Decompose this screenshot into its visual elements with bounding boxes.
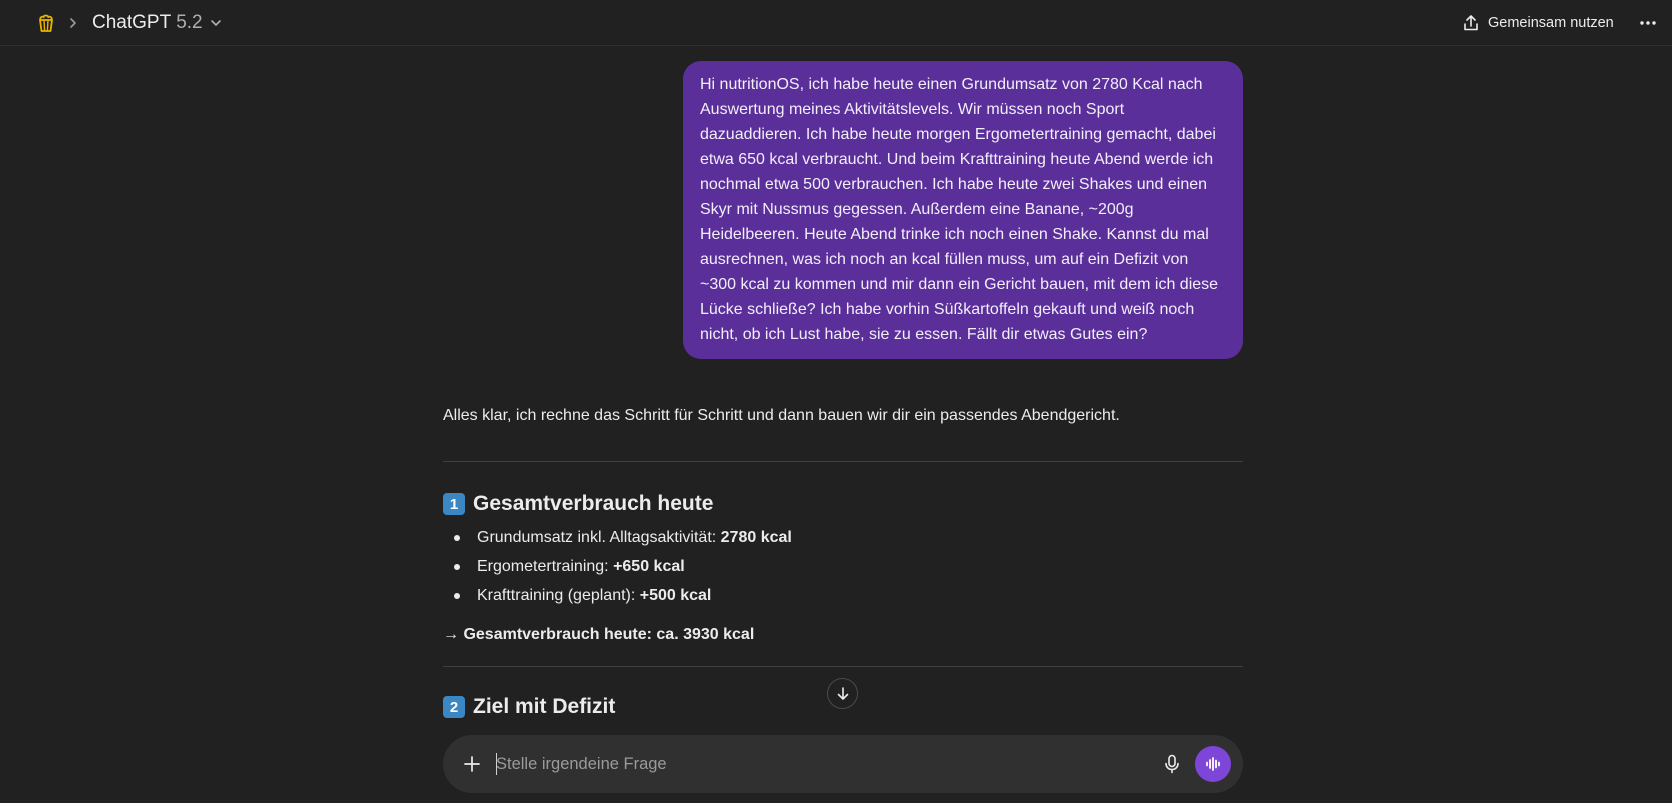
- section-title: Gesamtverbrauch heute: [473, 492, 714, 515]
- keycap-number-badge: 1: [443, 493, 465, 515]
- arrow-down-icon: [837, 686, 848, 700]
- dictate-button[interactable]: [1159, 751, 1185, 777]
- more-horizontal-icon: [1640, 21, 1656, 25]
- prompt-input[interactable]: [496, 749, 1096, 779]
- breadcrumb-chevron-icon: [66, 13, 80, 33]
- more-options-button[interactable]: [1636, 13, 1660, 33]
- list-item: Grundumsatz inkl. Alltagsaktivität: 2780…: [443, 523, 792, 552]
- popcorn-icon[interactable]: [36, 13, 56, 33]
- microphone-icon: [1165, 754, 1179, 774]
- section-heading-1: 1 Gesamtverbrauch heute: [443, 492, 713, 516]
- divider: [443, 461, 1243, 462]
- share-label: Gemeinsam nutzen: [1488, 15, 1614, 31]
- share-button[interactable]: Gemeinsam nutzen: [1462, 10, 1614, 36]
- assistant-intro: Alles klar, ich rechne das Schritt für S…: [443, 407, 1120, 424]
- add-attachment-button[interactable]: [459, 751, 485, 777]
- keycap-number-badge: 2: [443, 696, 465, 718]
- chevron-down-icon: [210, 20, 221, 26]
- list-item: Ergometertraining: +650 kcal: [443, 552, 792, 581]
- top-bar: ChatGPT 5.2 Gemeinsam nutzen: [0, 0, 1672, 46]
- text-caret: [496, 753, 497, 775]
- scroll-to-bottom-button[interactable]: [827, 678, 858, 709]
- model-name: ChatGPT: [92, 12, 172, 33]
- plus-icon: [464, 756, 480, 772]
- composer: [443, 735, 1243, 793]
- list-item: Krafttraining (geplant): +500 kcal: [443, 581, 792, 610]
- section-title: Ziel mit Defizit: [473, 695, 616, 718]
- section-heading-2: 2 Ziel mit Defizit: [443, 695, 615, 719]
- voice-mode-button[interactable]: [1195, 746, 1231, 782]
- consumption-list: Grundumsatz inkl. Alltagsaktivität: 2780…: [443, 523, 792, 610]
- divider: [443, 666, 1243, 667]
- audio-waveform-icon: [1206, 757, 1220, 771]
- model-version: 5.2: [176, 12, 203, 33]
- total-consumption: → Gesamtverbrauch heute: ca. 3930 kcal: [443, 626, 755, 643]
- model-selector[interactable]: ChatGPT 5.2: [92, 10, 223, 36]
- user-message: Hi nutritionOS, ich habe heute einen Gru…: [683, 61, 1243, 359]
- share-icon: [1464, 15, 1478, 31]
